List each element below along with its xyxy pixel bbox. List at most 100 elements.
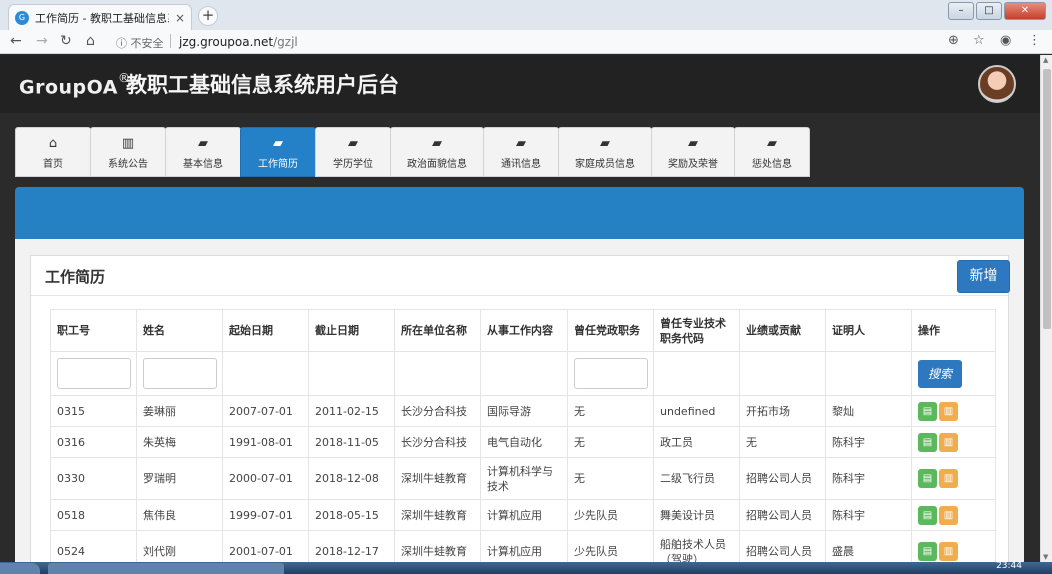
page-scrollbar[interactable]: ▲ ▼ (1040, 55, 1052, 562)
edit-document-icon[interactable]: ▤ (918, 505, 937, 525)
column-header[interactable]: 曾任专业技术职务代码 (653, 309, 740, 352)
filter-cell-id (50, 351, 137, 396)
table-row[interactable]: 0518 焦伟良 1999-07-01 2018-05-15 深圳牛蛙教育 计算机应用 少先… (50, 499, 996, 531)
column-header[interactable]: 曾任党政职务 (567, 309, 654, 352)
staff-id-filter-input[interactable] (57, 358, 131, 389)
work-history-table: 职工号 姓名 起始日期 截止日期 所在单位名称 从事工作内容 曾任党政职务 曾任专业技术职务代… (50, 309, 996, 573)
profile-icon[interactable]: ◉ (1000, 33, 1011, 48)
menu-kebab-icon[interactable]: ⋮ (1028, 33, 1041, 48)
tab-2[interactable]: ▰ 基本信息 (165, 127, 241, 177)
table-cell: 舞美设计员 (653, 499, 740, 531)
security-indicator[interactable]: ⓘ 不安全 (116, 35, 164, 51)
url-field[interactable]: jzg.groupoa.net/gzjl (179, 35, 298, 49)
home-icon[interactable]: ⌂ (86, 33, 95, 49)
tab-0[interactable]: ⌂ 首页 (15, 127, 91, 177)
brand-name: GroupOA (19, 76, 118, 99)
table-cell: 二级飞行员 (653, 457, 740, 500)
avatar[interactable] (978, 65, 1016, 103)
start-button[interactable] (0, 563, 40, 574)
column-header[interactable]: 从事工作内容 (480, 309, 568, 352)
table-row[interactable]: 0315 姜琳丽 2007-07-01 2011-02-15 长沙分合科技 国际导游无 un… (50, 395, 996, 427)
taskbar-app[interactable] (48, 563, 100, 574)
edit-document-icon[interactable]: ▤ (918, 469, 937, 488)
scroll-down-icon[interactable]: ▼ (1043, 553, 1048, 561)
back-icon[interactable]: ← (10, 33, 22, 49)
table-row[interactable]: 0330 罗瑞明 2000-07-01 2018-12-08 深圳牛蛙教育 计算机科学与技… (50, 457, 996, 500)
tab-8[interactable]: ▰ 奖励及荣誉 (651, 127, 735, 177)
table-cell: 无 (567, 395, 654, 427)
delete-trash-icon[interactable]: ▥ (939, 505, 958, 525)
table-row[interactable]: 0316 朱英梅 1991-08-01 2018-11-05 长沙分合科技 电气自动化无政… (50, 426, 996, 458)
tab-7[interactable]: ▰ 家庭成员信息 (558, 127, 652, 177)
work-history-panel: 工作简历 新增 职工号 姓名 起始日期 截止日期 所在单位名称 从事工作内容 曾任党政职务曾… (30, 255, 1010, 573)
column-header[interactable]: 证明人 (825, 309, 912, 352)
taskbar-app[interactable] (186, 563, 238, 574)
tab-label: 家庭成员信息 (575, 159, 635, 170)
tab-label: 学历学位 (333, 159, 373, 170)
delete-trash-icon[interactable]: ▥ (939, 401, 958, 421)
home-icon: ⌂ (48, 136, 58, 151)
column-header[interactable]: 业绩或贡献 (739, 309, 826, 352)
zoom-icon[interactable]: ⊕ (948, 33, 959, 48)
column-header[interactable]: 姓名 (136, 309, 223, 352)
new-tab-button[interactable]: + (198, 6, 218, 26)
tab-label: 基本信息 (183, 159, 223, 170)
column-header[interactable]: 起始日期 (222, 309, 309, 352)
close-window-button[interactable]: ✕ (1004, 2, 1046, 20)
filter-cell (394, 351, 481, 396)
column-header[interactable]: 职工号 (50, 309, 137, 352)
post-filter-input[interactable] (574, 358, 648, 389)
edit-document-icon[interactable]: ▤ (918, 432, 937, 452)
reload-icon[interactable]: ↻ (60, 33, 72, 49)
table-cell: 焦伟良 (136, 499, 223, 531)
banner-bar (15, 187, 1024, 239)
book-icon: ▰ (432, 136, 442, 151)
edit-document-icon[interactable]: ▤ (918, 542, 937, 561)
taskbar-app[interactable] (232, 563, 284, 574)
delete-trash-icon[interactable]: ▥ (939, 469, 958, 488)
table-cell: 0316 (50, 426, 137, 458)
tab-1[interactable]: ▥ 系统公告 (90, 127, 166, 177)
filter-cell (739, 351, 826, 396)
scrollbar-thumb[interactable] (1043, 69, 1051, 329)
scroll-up-icon[interactable]: ▲ (1043, 56, 1048, 64)
table-cell: 1999-07-01 (222, 499, 309, 531)
minimize-button[interactable]: – (948, 2, 974, 20)
name-filter-input[interactable] (143, 358, 217, 389)
maximize-button[interactable]: □ (976, 2, 1002, 20)
filter-cell (222, 351, 309, 396)
table-cell: 长沙分合科技 (394, 395, 481, 427)
tab-9[interactable]: ▰ 惩处信息 (734, 127, 810, 177)
tab-6[interactable]: ▰ 通讯信息 (483, 127, 559, 177)
tab-5[interactable]: ▰ 政治面貌信息 (390, 127, 484, 177)
table-header-row: 职工号 姓名 起始日期 截止日期 所在单位名称 从事工作内容 曾任党政职务 曾任专业技术职务代… (50, 309, 996, 352)
content-area: 工作简历 新增 职工号 姓名 起始日期 截止日期 所在单位名称 从事工作内容 曾任党政职务曾… (15, 239, 1024, 573)
edit-document-icon[interactable]: ▤ (918, 401, 937, 421)
bookmark-star-icon[interactable]: ☆ (973, 33, 985, 48)
brand-logo[interactable]: GroupOA® (19, 71, 131, 99)
column-header[interactable]: 截止日期 (308, 309, 395, 352)
table-cell: 2000-07-01 (222, 457, 309, 500)
close-tab-icon[interactable]: × (175, 11, 185, 25)
browser-tab[interactable]: G 工作简历 - 教职工基础信息系统 × (8, 4, 192, 30)
delete-trash-icon[interactable]: ▥ (939, 542, 958, 561)
tab-label: 惩处信息 (752, 159, 792, 170)
tab-4[interactable]: ▰ 学历学位 (315, 127, 391, 177)
tab-label: 政治面貌信息 (407, 159, 467, 170)
tab-title: 工作简历 - 教职工基础信息系统 (35, 11, 169, 25)
tab-label: 工作简历 (258, 159, 298, 170)
table-cell: 2018-12-08 (308, 457, 395, 500)
tab-3[interactable]: ▰ 工作简历 (240, 127, 316, 177)
filter-cell (308, 351, 395, 396)
book-icon: ▰ (767, 136, 777, 151)
delete-trash-icon[interactable]: ▥ (939, 432, 958, 452)
taskbar-clock: 23:44 (996, 562, 1022, 571)
column-header[interactable]: 所在单位名称 (394, 309, 481, 352)
taskbar-app[interactable] (94, 563, 146, 574)
taskbar-app[interactable] (140, 563, 192, 574)
column-header[interactable]: 操作 (911, 309, 996, 352)
forward-icon[interactable]: → (36, 33, 48, 49)
tab-label: 奖励及荣誉 (668, 159, 718, 170)
search-button[interactable]: 搜索 (918, 359, 962, 388)
add-button[interactable]: 新增 (957, 260, 1010, 293)
